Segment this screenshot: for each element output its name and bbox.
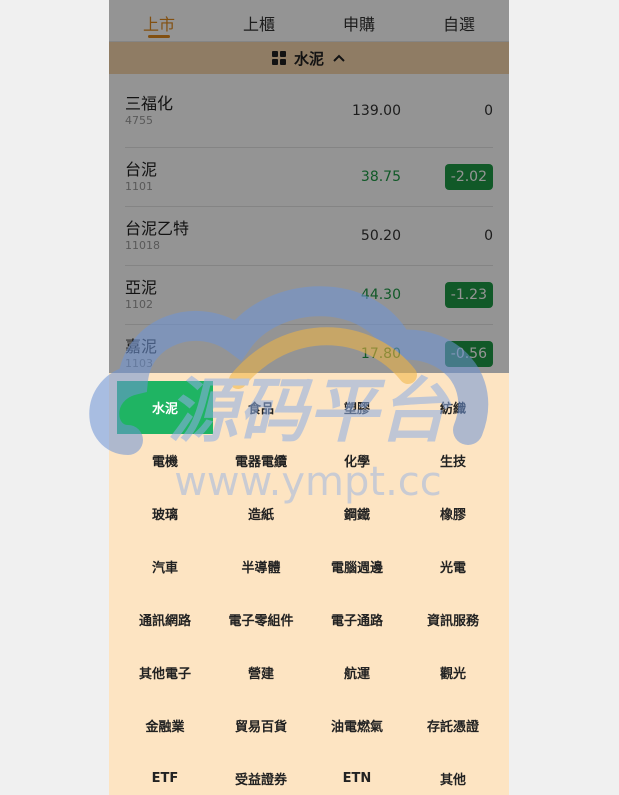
category-item[interactable]: 通訊網路 bbox=[117, 593, 213, 646]
stock-price: 38.75 bbox=[360, 169, 401, 185]
category-item[interactable]: 航運 bbox=[309, 646, 405, 699]
stock-change-cell: 0 bbox=[401, 99, 493, 123]
stock-price: 139.00 bbox=[352, 102, 401, 119]
stock-price: 44.30 bbox=[360, 287, 401, 303]
table-row[interactable]: 台泥乙特 11018 50.20 0 bbox=[125, 207, 493, 266]
stock-name: 台泥 bbox=[125, 160, 158, 179]
category-item[interactable]: 半導體 bbox=[213, 540, 309, 593]
category-item[interactable]: 電機 bbox=[117, 434, 213, 487]
category-item[interactable]: 水泥 bbox=[117, 381, 213, 434]
stock-name-cell: 台泥乙特 11018 bbox=[125, 219, 281, 253]
category-item[interactable]: 油電燃氣 bbox=[309, 699, 405, 752]
tab-2[interactable]: 申購 bbox=[309, 0, 409, 41]
stock-name-cell: 三福化 4755 bbox=[125, 94, 281, 128]
stock-name: 台泥乙特 bbox=[125, 219, 190, 238]
category-item[interactable]: 化學 bbox=[309, 434, 405, 487]
stock-change: -0.56 bbox=[444, 341, 493, 367]
stock-name-cell: 台泥 1101 bbox=[125, 160, 281, 194]
stock-code: 4755 bbox=[125, 113, 153, 127]
category-item[interactable]: 存託憑證 bbox=[405, 699, 501, 752]
stock-change-cell: 0 bbox=[401, 224, 493, 248]
category-selector[interactable]: 水泥 bbox=[109, 42, 509, 74]
tab-0[interactable]: 上市 bbox=[109, 0, 209, 41]
stock-change: -1.23 bbox=[444, 282, 493, 308]
category-item[interactable]: 食品 bbox=[213, 381, 309, 434]
category-item[interactable]: 觀光 bbox=[405, 646, 501, 699]
category-item[interactable]: 電子零組件 bbox=[213, 593, 309, 646]
stock-name: 三福化 bbox=[125, 93, 174, 113]
category-item[interactable]: 紡織 bbox=[405, 381, 501, 434]
stock-code: 11018 bbox=[125, 239, 160, 252]
category-item[interactable]: ETN bbox=[309, 752, 405, 795]
table-row[interactable]: 亞泥 1102 44.30 -1.23 bbox=[125, 266, 493, 325]
stock-name: 亞泥 bbox=[125, 278, 158, 297]
stock-price: 17.80 bbox=[360, 346, 401, 362]
stock-change-cell: -0.56 bbox=[401, 341, 493, 367]
category-item[interactable]: 光電 bbox=[405, 540, 501, 593]
stock-list: 三福化 4755 139.00 0 台泥 1101 38.75 -2.02 台泥乙特 11018 5… bbox=[109, 74, 509, 384]
category-item[interactable]: 電子通路 bbox=[309, 593, 405, 646]
category-item[interactable]: 鋼鐵 bbox=[309, 487, 405, 540]
category-item[interactable]: 資訊服務 bbox=[405, 593, 501, 646]
stock-name: 嘉泥 bbox=[125, 337, 158, 356]
category-item[interactable]: 電器電纜 bbox=[213, 434, 309, 487]
stock-code: 1102 bbox=[125, 298, 153, 311]
category-item[interactable]: 汽車 bbox=[117, 540, 213, 593]
category-item[interactable]: 營建 bbox=[213, 646, 309, 699]
market-tabs: 上市 上櫃 申購 自選 bbox=[109, 0, 509, 42]
table-row[interactable]: 台泥 1101 38.75 -2.02 bbox=[125, 148, 493, 207]
category-item[interactable]: 橡膠 bbox=[405, 487, 501, 540]
category-item[interactable]: 生技 bbox=[405, 434, 501, 487]
category-item[interactable]: 其他電子 bbox=[117, 646, 213, 699]
grid-icon bbox=[271, 51, 286, 65]
category-item[interactable]: 玻璃 bbox=[117, 487, 213, 540]
stock-change: 0 bbox=[484, 228, 493, 244]
category-item[interactable]: 受益證券 bbox=[213, 752, 309, 795]
category-item[interactable]: 塑膠 bbox=[309, 381, 405, 434]
stock-price: 50.20 bbox=[360, 228, 401, 244]
category-item[interactable]: 電腦週邊 bbox=[309, 540, 405, 593]
stock-change-cell: -2.02 bbox=[401, 164, 493, 190]
stock-change-cell: -1.23 bbox=[401, 282, 493, 308]
category-item[interactable]: 貿易百貨 bbox=[213, 699, 309, 752]
category-item[interactable]: ETF bbox=[117, 752, 213, 795]
category-item[interactable]: 金融業 bbox=[117, 699, 213, 752]
chevron-up-icon bbox=[333, 54, 345, 62]
stock-code: 1101 bbox=[125, 180, 153, 193]
stock-code: 1103 bbox=[125, 357, 153, 370]
app-screen: 上市 上櫃 申購 自選 水泥 三福化 4755 139.00 0 台泥 1101 38.75 -2.… bbox=[109, 0, 509, 795]
category-grid: 水泥 食品 塑膠 紡織電機 電器電纜 化學 生技玻璃 造紙 鋼鐵 橡膠汽車 半導體 電腦週邊 光電通訊網… bbox=[117, 381, 501, 795]
category-selector-label: 水泥 bbox=[293, 49, 324, 68]
tab-3[interactable]: 自選 bbox=[409, 0, 509, 41]
stock-change: -2.02 bbox=[444, 164, 493, 190]
stock-name-cell: 嘉泥 1103 bbox=[125, 337, 281, 371]
category-item[interactable]: 其他 bbox=[405, 752, 501, 795]
stock-name-cell: 亞泥 1102 bbox=[125, 278, 281, 312]
category-item[interactable]: 造紙 bbox=[213, 487, 309, 540]
stock-change: 0 bbox=[484, 102, 493, 119]
tab-1[interactable]: 上櫃 bbox=[209, 0, 309, 41]
category-panel: 水泥 食品 塑膠 紡織電機 電器電纜 化學 生技玻璃 造紙 鋼鐵 橡膠汽車 半導體 電腦週邊 光電通訊網… bbox=[109, 373, 509, 795]
table-row[interactable]: 三福化 4755 139.00 0 bbox=[125, 74, 493, 148]
